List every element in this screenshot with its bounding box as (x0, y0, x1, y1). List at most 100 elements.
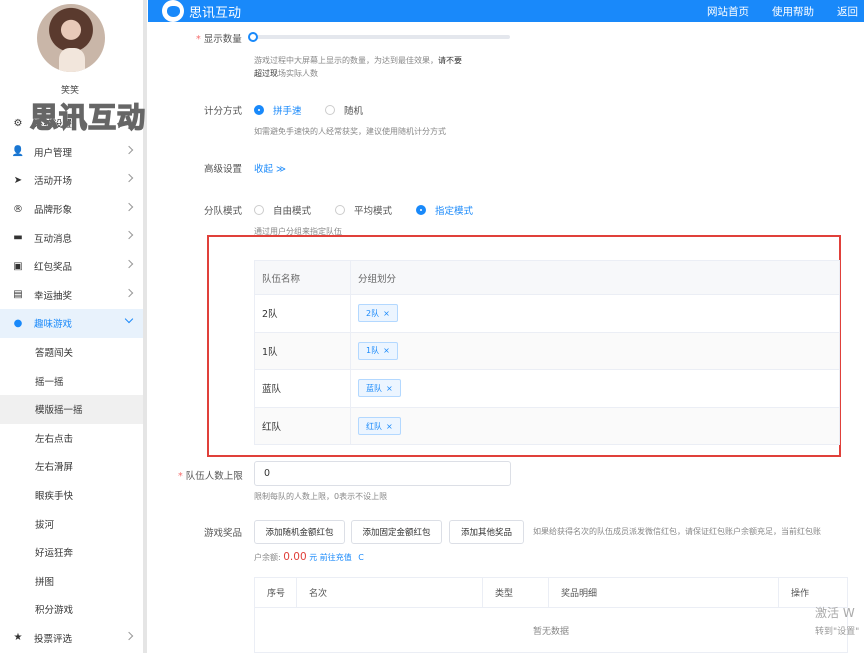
game-icon: ● (13, 317, 23, 329)
nav-help-link[interactable]: 使用帮助 (772, 4, 814, 19)
column-header-actions: 操作 (778, 577, 848, 608)
message-icon: ▬ (13, 232, 23, 244)
add-random-red-packet-button[interactable]: 添加随机金额红包 (254, 520, 345, 544)
display-count-label: * 显示数量 (196, 34, 242, 45)
close-icon[interactable]: × (386, 422, 393, 431)
sidebar-item-lucky-draw[interactable]: ▤ 幸运抽奖 (0, 281, 146, 310)
column-header-rank: 名次 (296, 577, 483, 608)
scoring-radio-random[interactable]: 随机 (325, 103, 363, 117)
star-icon: ★ (13, 632, 23, 644)
sidebar-subitem[interactable]: 左右滑屏 (0, 452, 146, 481)
system-activation-notice: 激活 W (815, 606, 855, 620)
group-tag[interactable]: 红队 × (358, 417, 401, 436)
add-other-prize-button[interactable]: 添加其他奖品 (449, 520, 524, 544)
prizes-label: 游戏奖品 (204, 528, 243, 539)
registered-icon: ® (13, 203, 23, 215)
watermark: 思讯互动 (29, 100, 147, 135)
close-icon[interactable]: × (386, 384, 393, 393)
sidebar-subitem[interactable]: 摇一摇 (0, 366, 146, 395)
display-count-slider-track[interactable] (252, 35, 510, 39)
sidebar-subitem[interactable]: 拔河 (0, 509, 146, 538)
sidebar-item-voting[interactable]: ★ 投票评选 (0, 624, 146, 653)
display-count-slider-handle[interactable] (248, 32, 258, 42)
sidebar-item-label: 红包奖品 (34, 262, 73, 274)
recharge-link[interactable]: 前往充值 (320, 553, 352, 562)
scoring-label: 计分方式 (204, 106, 243, 117)
system-activation-hint: 转到"设置" (815, 627, 860, 637)
table-header-row: 序号 名次 类型 奖品明细 操作 (254, 577, 848, 608)
chevron-right-icon (124, 288, 134, 297)
table-row: 2队 2队 × (254, 294, 840, 333)
team-table: 队伍名称 分组划分 2队 2队 × 1队 1队 × 蓝队 蓝队 × 红队 红队 × (254, 260, 840, 446)
group-tag[interactable]: 蓝队 × (358, 379, 401, 398)
chevron-right-icon (124, 202, 134, 212)
sidebar-menu: ⚙ 系统设置 👤 用户管理 ➤ 活动开场 ® 品牌形象 ▬ 互动消息 ▣ 红包奖… (0, 109, 146, 652)
grouping-cell: 蓝队 × (350, 369, 840, 408)
sidebar-item-label: 品牌形象 (34, 205, 73, 217)
team-mode-label: 分队模式 (204, 206, 243, 217)
logo-icon (162, 0, 184, 22)
sidebar-subitem[interactable]: 眼疾手快 (0, 481, 146, 510)
advanced-settings-label: 高级设置 (204, 164, 243, 175)
brand-name: 思讯互动 (189, 5, 242, 21)
sidebar-item-fun-games[interactable]: ● 趣味游戏 (0, 309, 146, 338)
top-nav: 网站首页 使用帮助 返回 (684, 0, 864, 22)
add-fixed-red-packet-button[interactable]: 添加固定金额红包 (351, 520, 442, 544)
chevron-right-icon (124, 631, 134, 640)
close-icon[interactable]: × (383, 346, 390, 355)
sidebar-item-label: 互动消息 (34, 233, 73, 245)
balance-amount: 0.00 (283, 551, 307, 563)
paper-plane-icon: ➤ (13, 174, 23, 186)
gear-icon: ⚙ (13, 117, 23, 129)
sidebar-item-red-packet-prizes[interactable]: ▣ 红包奖品 (0, 252, 146, 281)
table-header-row: 队伍名称 分组划分 (254, 260, 840, 295)
sidebar-item-label: 活动开场 (34, 176, 73, 188)
sidebar-subitem-active[interactable]: 模版摇一摇 (0, 394, 146, 424)
balance-row: 户余额: 0.00 元 前往充值 C (254, 551, 364, 563)
table-row: 蓝队 蓝队 × (254, 369, 840, 408)
sidebar-item-interactive-messages[interactable]: ▬ 互动消息 (0, 223, 146, 252)
table-row: 红队 红队 × (254, 406, 840, 446)
close-icon[interactable]: × (383, 309, 390, 318)
group-tag[interactable]: 1队 × (358, 341, 398, 360)
team-name-cell: 红队 (254, 406, 351, 446)
empty-state: 暂无数据 (254, 607, 848, 653)
sidebar-subitem[interactable]: 好运狂奔 (0, 538, 146, 567)
avatar[interactable] (37, 4, 105, 72)
chevron-right-icon (124, 231, 134, 240)
refresh-icon[interactable]: C (358, 553, 364, 562)
main-content: * 显示数量 游戏过程中大屏幕上显示的数量，为达到最佳效果，请不要超过现场实际人… (148, 22, 864, 653)
column-header-type: 类型 (482, 577, 549, 608)
gift-icon: ▣ (13, 260, 23, 272)
sidebar-item-label: 幸运抽奖 (34, 290, 73, 302)
nav-home-link[interactable]: 网站首页 (707, 4, 749, 19)
group-tag[interactable]: 2队 × (358, 304, 398, 323)
scoring-help: 如需避免手速快的人经常获奖，建议使用随机计分方式 (254, 127, 446, 136)
sidebar-subitem[interactable]: 积分游戏 (0, 595, 146, 624)
team-limit-input[interactable]: 0 (254, 461, 511, 486)
column-header-prize-detail: 奖品明细 (548, 577, 779, 608)
sidebar-subitem[interactable]: 答题闯关 (0, 338, 146, 367)
team-mode-radio-free[interactable]: 自由模式 (254, 203, 311, 217)
sidebar-item-users[interactable]: 👤 用户管理 (0, 138, 146, 167)
table-row: 1队 1队 × (254, 331, 840, 371)
display-count-help: 游戏过程中大屏幕上显示的数量，为达到最佳效果，请不要超过现场实际人数 (254, 56, 462, 78)
grouping-cell: 2队 × (350, 294, 840, 333)
sidebar-item-brand-image[interactable]: ® 品牌形象 (0, 195, 146, 224)
scoring-radio-speed[interactable]: 拼手速 (254, 103, 302, 117)
sidebar-item-activity-opening[interactable]: ➤ 活动开场 (0, 166, 146, 195)
column-header-team-name: 队伍名称 (254, 260, 351, 295)
sidebar-item-label: 用户管理 (34, 147, 73, 159)
advanced-collapse-toggle[interactable]: 收起 ≫ (254, 161, 286, 175)
team-mode-radio-average[interactable]: 平均模式 (335, 203, 392, 217)
top-header: 思讯互动 网站首页 使用帮助 返回 (148, 0, 864, 22)
grouping-cell: 1队 × (350, 331, 840, 371)
team-name-cell: 蓝队 (254, 369, 351, 408)
sidebar-subitem[interactable]: 左右点击 (0, 424, 146, 453)
nav-back-link[interactable]: 返回 (837, 4, 858, 19)
column-header-index: 序号 (254, 577, 297, 608)
chevron-right-icon (124, 259, 134, 269)
team-mode-radio-assigned[interactable]: 指定模式 (416, 203, 473, 217)
user-icon: 👤 (11, 146, 25, 158)
sidebar-subitem[interactable]: 拼图 (0, 567, 146, 596)
